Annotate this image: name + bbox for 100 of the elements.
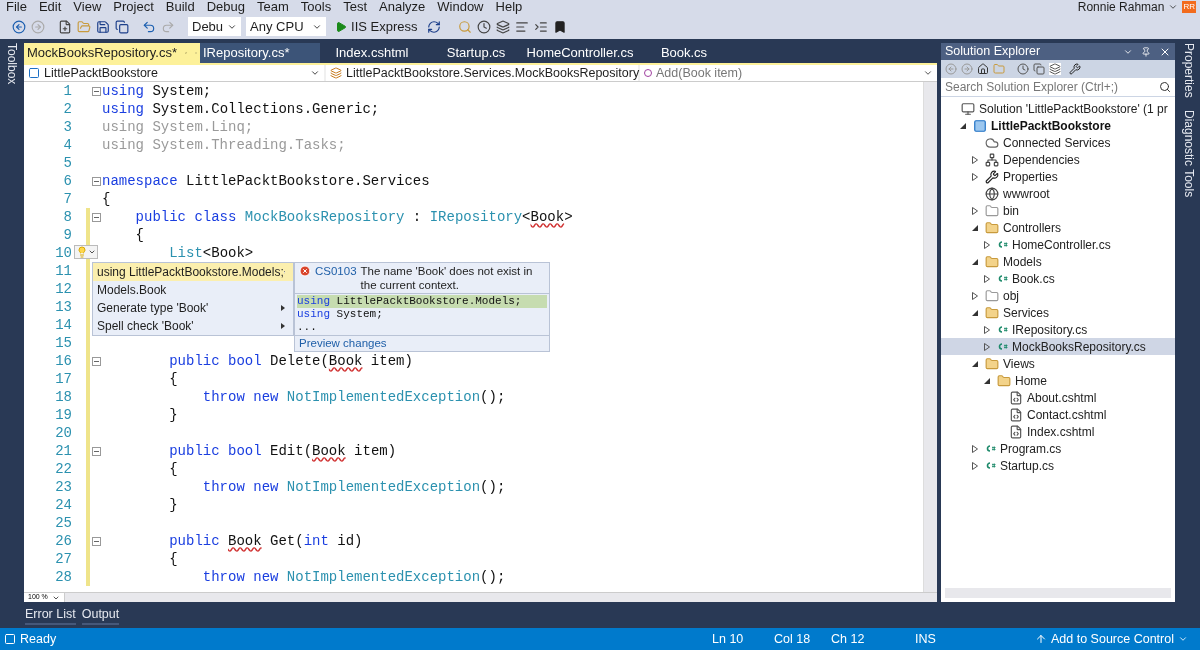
error-code[interactable]: CS0103: [315, 264, 357, 278]
tree-item[interactable]: Index.cshtml: [941, 423, 1175, 440]
panel-tab[interactable]: Error List: [25, 605, 76, 625]
save-icon[interactable]: [96, 19, 110, 34]
refresh-icon[interactable]: [426, 19, 441, 34]
bookmark-icon[interactable]: [552, 19, 567, 34]
tree-item[interactable]: Book.cs: [941, 270, 1175, 287]
project-dropdown[interactable]: LittlePacktBookstore: [24, 65, 324, 81]
tree-item[interactable]: Contact.cshtml: [941, 406, 1175, 423]
layers-icon[interactable]: [495, 19, 510, 34]
preview-changes-link[interactable]: Preview changes: [299, 337, 387, 349]
tree-item[interactable]: Startup.cs: [941, 457, 1175, 474]
source-control-button[interactable]: Add to Source Control: [1035, 629, 1196, 649]
tree-item[interactable]: Models: [941, 253, 1175, 270]
tree-item[interactable]: Program.cs: [941, 440, 1175, 457]
menu-item[interactable]: Test: [337, 0, 373, 14]
tree-item[interactable]: Controllers: [941, 219, 1175, 236]
save-all-icon[interactable]: [115, 19, 129, 34]
expanded-arrow-icon[interactable]: [972, 224, 978, 231]
indent-icon[interactable]: [533, 19, 548, 34]
collapsed-arrow-icon[interactable]: [972, 155, 978, 164]
fold-icon[interactable]: [91, 86, 101, 96]
collapsed-arrow-icon[interactable]: [984, 240, 990, 249]
side-tab[interactable]: Properties: [1180, 43, 1198, 98]
collapsed-arrow-icon[interactable]: [972, 206, 978, 215]
collapsed-arrow-icon[interactable]: [972, 172, 978, 181]
collapsed-arrow-icon[interactable]: [972, 461, 978, 470]
caret-icon[interactable]: [1168, 2, 1179, 12]
clock-icon[interactable]: [476, 19, 491, 34]
menu-item[interactable]: Analyze: [373, 0, 432, 14]
fold-icon[interactable]: [91, 356, 101, 366]
collapsed-arrow-icon[interactable]: [984, 342, 990, 351]
document-tab[interactable]: HomeController.cs: [528, 43, 632, 63]
side-tab[interactable]: Diagnostic Tools: [1180, 109, 1198, 197]
menu-item[interactable]: Team: [251, 0, 295, 14]
tree-item[interactable]: bin: [941, 202, 1175, 219]
collapse-icon[interactable]: [1033, 63, 1045, 75]
menu-item[interactable]: File: [0, 0, 33, 14]
expanded-arrow-icon[interactable]: [960, 122, 966, 129]
tree-item[interactable]: Views: [941, 355, 1175, 372]
document-tab[interactable]: Index.cshtml: [320, 43, 424, 63]
menu-item[interactable]: Tools: [294, 0, 338, 14]
menu-item[interactable]: Spell check 'Book': [93, 317, 293, 335]
new-file-icon[interactable]: [58, 19, 72, 34]
fold-icon[interactable]: [91, 446, 101, 456]
fold-icon[interactable]: [91, 176, 101, 186]
tree-item[interactable]: Dependencies: [941, 151, 1175, 168]
menu-item[interactable]: using LittlePacktBookstore.Models;: [93, 263, 293, 281]
collapsed-arrow-icon[interactable]: [972, 291, 978, 300]
menu-item[interactable]: Edit: [32, 0, 68, 14]
menu-item[interactable]: View: [67, 0, 108, 14]
expanded-arrow-icon[interactable]: [972, 360, 978, 367]
tree-item[interactable]: About.cshtml: [941, 389, 1175, 406]
menu-item[interactable]: Project: [107, 0, 160, 14]
clock-icon[interactable]: [1017, 63, 1029, 75]
menu-item[interactable]: Debug: [200, 0, 251, 14]
platform-dropdown[interactable]: Any CPU: [246, 17, 327, 36]
type-dropdown[interactable]: LittlePacktBookstore.Services.MockBooksRepository: [326, 65, 638, 81]
document-tab[interactable]: Book.cs: [632, 43, 736, 63]
back-icon[interactable]: [12, 19, 26, 34]
menu-item[interactable]: Generate type 'Book': [93, 299, 293, 317]
horizontal-scrollbar[interactable]: [64, 593, 937, 602]
fold-icon[interactable]: [91, 212, 101, 222]
configuration-dropdown[interactable]: Debu: [188, 17, 242, 36]
tree-item[interactable]: Connected Services: [941, 134, 1175, 151]
menu-item[interactable]: Help: [489, 0, 529, 14]
tree-item[interactable]: IRepository.cs: [941, 321, 1175, 338]
document-tab[interactable]: Startup.cs: [424, 43, 528, 63]
menu-item[interactable]: Window: [431, 0, 490, 14]
menu-item[interactable]: Models.Book: [93, 281, 293, 299]
tree-item[interactable]: wwwroot: [941, 185, 1175, 202]
tree-item[interactable]: MockBooksRepository.cs: [941, 338, 1175, 355]
tree-item[interactable]: Home: [941, 372, 1175, 389]
vertical-scrollbar[interactable]: [923, 82, 937, 592]
wrench-icon[interactable]: [1069, 63, 1081, 75]
tree-item[interactable]: Solution 'LittlePacktBookstore' (1 pr: [941, 100, 1175, 117]
expanded-arrow-icon[interactable]: [972, 309, 978, 316]
collapsed-arrow-icon[interactable]: [972, 444, 978, 453]
tree-item[interactable]: LittlePacktBookstore: [941, 117, 1175, 134]
tree-item[interactable]: obj: [941, 287, 1175, 304]
tree-item[interactable]: HomeController.cs: [941, 236, 1175, 253]
tree-item[interactable]: Properties: [941, 168, 1175, 185]
expanded-arrow-icon[interactable]: [972, 258, 978, 265]
menu-item[interactable]: Build: [159, 0, 201, 14]
tree-item[interactable]: Services: [941, 304, 1175, 321]
expanded-arrow-icon[interactable]: [984, 377, 990, 384]
collapsed-arrow-icon[interactable]: [984, 325, 990, 334]
home-icon[interactable]: [977, 63, 989, 75]
collapsed-arrow-icon[interactable]: [984, 274, 990, 283]
align-icon[interactable]: [514, 19, 529, 34]
user-name[interactable]: Ronnie Rahman: [1077, 0, 1165, 14]
toolbox-tab[interactable]: Toolbox: [3, 43, 21, 628]
panel-tab[interactable]: Output: [81, 605, 120, 625]
fold-icon[interactable]: [91, 536, 101, 546]
search-field[interactable]: Search Solution Explorer (Ctrl+;): [941, 78, 1175, 97]
document-tab[interactable]: IRepository.cs*: [200, 43, 320, 63]
undo-icon[interactable]: [142, 19, 156, 34]
run-button[interactable]: IIS Express: [331, 17, 422, 36]
layers-icon[interactable]: [1049, 63, 1061, 75]
member-dropdown[interactable]: Add(Book item): [640, 65, 937, 81]
